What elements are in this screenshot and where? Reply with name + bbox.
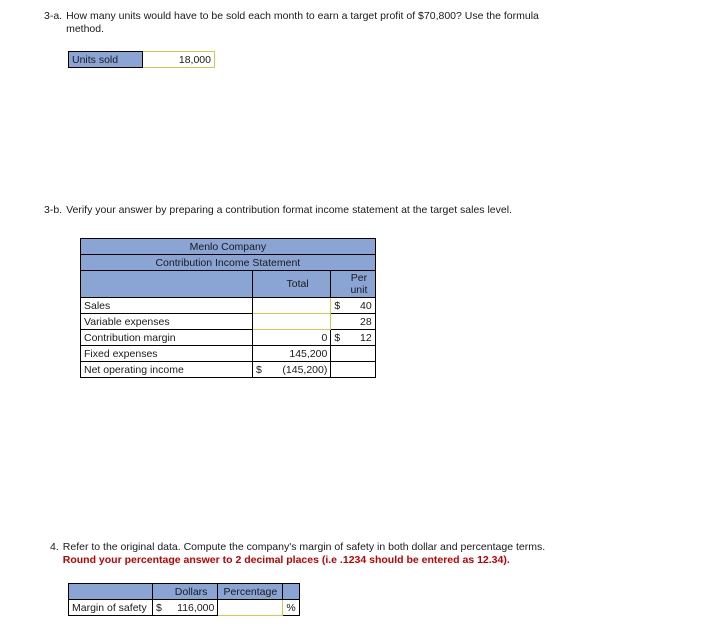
question-4: 4. Refer to the original data. Compute t…	[50, 541, 580, 567]
row-label-net-operating-income: Net operating income	[80, 361, 253, 378]
net-operating-income-total-sign: $	[251, 361, 265, 378]
table-row: Units sold 18,000	[68, 51, 215, 68]
blank-corner-cell	[80, 270, 253, 298]
percent-symbol: %	[282, 599, 300, 616]
sales-per-unit-sign: $	[330, 297, 344, 314]
row-label-variable-expenses: Variable expenses	[80, 313, 253, 330]
contribution-margin-per-unit-sign: $	[330, 329, 344, 346]
question-3a-number: 3-a.	[44, 10, 63, 22]
contribution-income-statement-table: Menlo Company Contribution Income Statem…	[80, 238, 376, 378]
table-row: Net operating income $ (145,200)	[80, 361, 376, 378]
row-label-fixed-expenses: Fixed expenses	[80, 345, 253, 362]
contribution-margin-total-sign	[251, 329, 265, 346]
units-sold-table: Units sold 18,000	[68, 51, 215, 68]
net-operating-income-per-unit-value	[343, 361, 376, 378]
total-header-spacer	[251, 270, 265, 298]
variable-expenses-total-sign	[251, 313, 265, 330]
question-4-text: Refer to the original data. Compute the …	[63, 541, 580, 567]
question-4-text-highlight: Round your percentage answer to 2 decima…	[62, 554, 510, 566]
dollars-header-spacer	[151, 583, 165, 600]
sales-per-unit-value: 40	[343, 297, 376, 314]
table-row-column-headers: Total Per unit	[80, 270, 376, 298]
variable-expenses-per-unit-sign	[330, 313, 344, 330]
percent-header-spacer	[282, 583, 300, 600]
sales-total-sign	[251, 297, 265, 314]
question-3a: 3-a. How many units would have to be sol…	[44, 10, 564, 36]
column-header-percentage: Percentage	[217, 583, 284, 600]
row-label-contribution-margin: Contribution margin	[80, 329, 253, 346]
contribution-margin-per-unit-value: 12	[343, 329, 376, 346]
table-row-column-headers: Dollars Percentage	[68, 583, 300, 600]
statement-title: Contribution Income Statement	[80, 254, 376, 271]
margin-of-safety-percentage-input[interactable]	[217, 599, 284, 616]
question-3b-number: 3-b.	[44, 204, 63, 216]
table-row: Fixed expenses 145,200	[80, 345, 376, 362]
table-row: Contribution margin 0 $ 12	[80, 329, 376, 346]
question-3b-text: Verify your answer by preparing a contri…	[66, 204, 512, 216]
contribution-margin-total-value: 0	[264, 329, 332, 346]
table-row-company-title: Menlo Company	[80, 238, 376, 255]
table-row-statement-title: Contribution Income Statement	[80, 254, 376, 271]
units-sold-label: Units sold	[68, 51, 143, 68]
column-header-per-unit: Per unit	[343, 270, 376, 298]
variable-expenses-total-input[interactable]	[264, 313, 332, 330]
blank-corner-cell	[68, 583, 153, 600]
net-operating-income-total-value: (145,200)	[264, 361, 332, 378]
question-4-number: 4.	[50, 541, 59, 553]
fixed-expenses-per-unit-sign	[330, 345, 344, 362]
question-4-text-plain: Refer to the original data. Compute the …	[62, 541, 546, 553]
per-unit-header-spacer	[330, 270, 344, 298]
table-row: Sales $ 40	[80, 297, 376, 314]
margin-of-safety-table: Dollars Percentage Margin of safety $ 11…	[68, 583, 300, 616]
table-row: Margin of safety $ 116,000 %	[68, 599, 300, 616]
units-sold-input[interactable]: 18,000	[142, 51, 215, 68]
fixed-expenses-per-unit-value	[343, 345, 376, 362]
question-3b: 3-b. Verify your answer by preparing a c…	[44, 204, 604, 217]
table-row: Variable expenses 28	[80, 313, 376, 330]
column-header-total: Total	[264, 270, 332, 298]
row-label-margin-of-safety: Margin of safety	[68, 599, 153, 616]
margin-of-safety-dollar-value: 116,000	[164, 599, 219, 616]
column-header-dollars: Dollars	[164, 583, 219, 600]
fixed-expenses-total-value: 145,200	[264, 345, 332, 362]
row-label-sales: Sales	[80, 297, 253, 314]
fixed-expenses-total-sign	[251, 345, 265, 362]
question-3a-text: How many units would have to be sold eac…	[66, 10, 539, 35]
variable-expenses-per-unit-value: 28	[343, 313, 376, 330]
company-title: Menlo Company	[80, 238, 376, 255]
net-operating-income-per-unit-sign	[330, 361, 344, 378]
sales-total-input[interactable]	[264, 297, 332, 314]
margin-of-safety-dollar-sign: $	[151, 599, 165, 616]
